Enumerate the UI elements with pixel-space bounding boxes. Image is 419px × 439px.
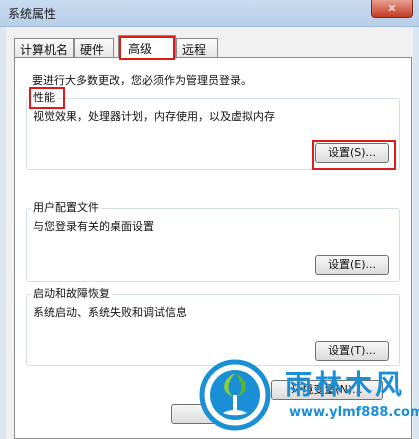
- close-button[interactable]: ✕: [371, 0, 413, 18]
- user-profiles-description: 与您登录有关的桌面设置: [33, 220, 154, 233]
- tab-label: 高级: [128, 42, 153, 56]
- user-profiles-label: 用户配置文件: [31, 201, 101, 215]
- title-bar[interactable]: 系统属性 ✕: [0, 0, 419, 27]
- window-title: 系统属性: [8, 7, 57, 21]
- admin-note: 要进行大多数更改，您必须作为管理员登录。: [32, 74, 252, 87]
- watermark: 雨林木风 www.ylmf888.com: [195, 355, 419, 435]
- performance-settings-button[interactable]: 设置(S)...: [315, 143, 389, 163]
- tab-label: 远程: [182, 43, 207, 57]
- user-profiles-settings-button[interactable]: 设置(E)...: [315, 255, 389, 275]
- tab-label: 硬件: [80, 43, 105, 57]
- watermark-url: www.ylmf888.com: [289, 405, 419, 420]
- tab-label: 计算机名: [20, 43, 69, 57]
- tab-remote[interactable]: 远程: [176, 38, 218, 57]
- tab-hardware[interactable]: 硬件: [74, 38, 114, 57]
- watermark-logo-icon: [199, 359, 271, 431]
- startup-recovery-label: 启动和故障恢复: [31, 287, 112, 301]
- close-icon: ✕: [387, 2, 397, 15]
- watermark-title: 雨林木风: [285, 370, 405, 401]
- system-properties-window: 系统属性 ✕ 计算机名 硬件 高级 远程 要进行大多数更改，您必须作为管理员登录…: [0, 0, 419, 439]
- performance-label: 性能: [31, 91, 57, 105]
- performance-group: 性能 视觉效果，处理器计划，内存使用，以及虚拟内存 设置(S)...: [26, 87, 400, 170]
- performance-description: 视觉效果，处理器计划，内存使用，以及虚拟内存: [33, 110, 275, 123]
- tab-advanced[interactable]: 高级: [118, 35, 176, 60]
- user-profiles-group: 用户配置文件 与您登录有关的桌面设置 设置(E)...: [26, 201, 400, 282]
- startup-recovery-description: 系统启动、系统失败和调试信息: [33, 306, 187, 319]
- tab-computer-name[interactable]: 计算机名: [14, 38, 74, 57]
